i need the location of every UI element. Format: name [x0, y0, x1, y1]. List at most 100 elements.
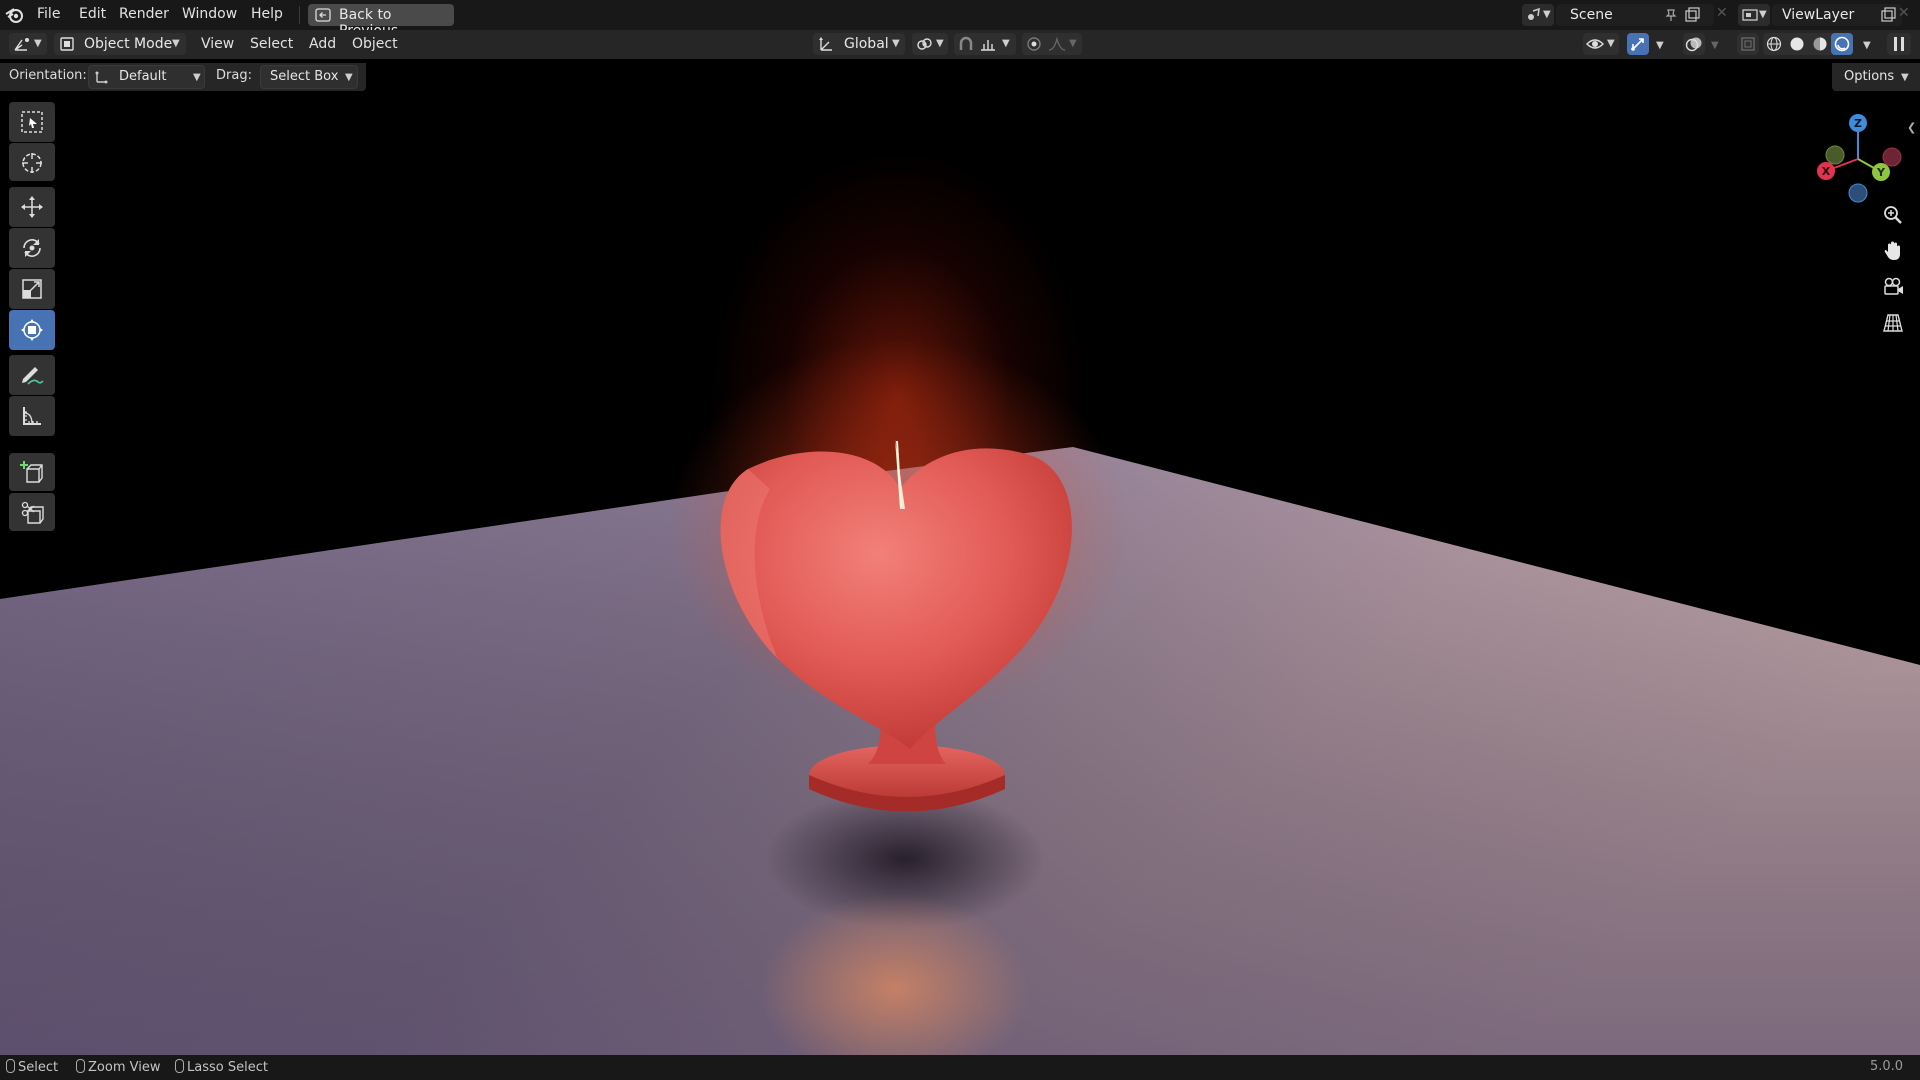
- blender-logo-icon[interactable]: [5, 6, 25, 24]
- proportional-editing-group[interactable]: ▼: [1022, 33, 1082, 55]
- chevron-down-icon: ▼: [892, 38, 900, 49]
- zoom-button[interactable]: [1879, 201, 1907, 229]
- object-mode-icon: [60, 37, 74, 51]
- transform-icon: [21, 319, 43, 341]
- viewlayer-icon: [1742, 9, 1758, 21]
- falloff-icon: [1048, 36, 1066, 51]
- menu-select[interactable]: Select: [250, 36, 293, 52]
- rotate-tool[interactable]: [9, 228, 55, 268]
- gizmo-toggle-button[interactable]: [1627, 33, 1649, 55]
- scene-render: [0, 339, 1920, 1055]
- menu-window[interactable]: Window: [182, 6, 237, 22]
- menu-edit[interactable]: Edit: [79, 6, 106, 22]
- scale-icon: [22, 279, 42, 299]
- mode-dropdown[interactable]: Object Mode ▼: [54, 33, 186, 55]
- orientation-icon: [819, 37, 832, 51]
- editor-type-icon: [14, 38, 29, 51]
- transform-tool[interactable]: [9, 310, 55, 350]
- status-bar: Select Zoom View Lasso Select 5.0.0: [0, 1055, 1920, 1080]
- snap-icon[interactable]: [957, 36, 975, 52]
- xray-toggle-button[interactable]: [1737, 33, 1759, 55]
- zoom-icon: [1884, 206, 1902, 224]
- mouse-middle-icon: [76, 1059, 85, 1073]
- overlay-toggle-button[interactable]: [1683, 33, 1705, 55]
- wireframe-shading-icon[interactable]: [1766, 36, 1782, 52]
- pivot-point-dropdown[interactable]: ▼: [912, 33, 948, 55]
- menu-help[interactable]: Help: [251, 6, 283, 22]
- options-dropdown[interactable]: Options ▼: [1834, 65, 1914, 89]
- visibility-icon: [1586, 39, 1604, 49]
- add-cube-icon: [20, 461, 43, 483]
- menu-render[interactable]: Render: [119, 6, 169, 22]
- add-object-tool[interactable]: [9, 493, 55, 531]
- hint-lasso-label: Lasso Select: [187, 1060, 268, 1075]
- viewlayer-field[interactable]: ViewLayer: [1772, 4, 1902, 26]
- menu-view[interactable]: View: [201, 36, 234, 52]
- material-shading-icon[interactable]: [1812, 36, 1828, 52]
- chevron-down-icon[interactable]: ▼: [1711, 40, 1719, 51]
- sidebar-toggle-icon[interactable]: ❮: [1907, 121, 1916, 134]
- menu-file[interactable]: File: [37, 6, 60, 22]
- select-box-tool[interactable]: [9, 102, 55, 142]
- camera-view-button[interactable]: [1879, 273, 1907, 301]
- chevron-down-icon[interactable]: ▼: [1656, 40, 1664, 51]
- viewlayer-browse-button[interactable]: ▼: [1738, 4, 1770, 26]
- duplicate-icon[interactable]: [1880, 7, 1896, 23]
- cursor-tool[interactable]: [9, 143, 55, 181]
- hint-zoom-label: Zoom View: [88, 1060, 161, 1075]
- ortho-toggle-button[interactable]: [1879, 309, 1907, 337]
- scale-tool[interactable]: [9, 269, 55, 309]
- mode-label: Object Mode: [84, 36, 173, 52]
- move-tool[interactable]: [9, 187, 55, 227]
- top-bar: File Edit Render Window Help Back to Pre…: [0, 0, 1920, 39]
- duplicate-icon[interactable]: [1684, 7, 1700, 23]
- grid-icon: [1883, 314, 1903, 332]
- orientation-value: Default: [119, 69, 167, 84]
- solid-shading-icon[interactable]: [1789, 36, 1805, 52]
- scene-field[interactable]: Scene: [1556, 4, 1714, 26]
- drag-dropdown[interactable]: Select Box ▼: [260, 65, 358, 89]
- version-label: 5.0.0: [1870, 1059, 1904, 1074]
- menu-add[interactable]: Add: [309, 36, 336, 52]
- menu-object[interactable]: Object: [352, 36, 398, 52]
- annotate-tool[interactable]: [9, 355, 55, 395]
- back-to-previous-button[interactable]: Back to Previous: [308, 4, 454, 39]
- rendered-shading-button[interactable]: [1831, 33, 1853, 55]
- pin-icon[interactable]: [1664, 8, 1678, 22]
- gizmo-x-label: X: [1822, 165, 1831, 178]
- rendered-shading-icon: [1834, 36, 1850, 52]
- pause-render-button[interactable]: [1887, 33, 1911, 55]
- chevron-down-icon: ▼: [1069, 38, 1077, 49]
- mouse-right-icon: [175, 1059, 184, 1073]
- measure-icon: [23, 407, 41, 425]
- orientation-dropdown[interactable]: Default ▼: [88, 65, 205, 89]
- shading-mode-group: [1763, 33, 1853, 55]
- measure-tool[interactable]: [9, 396, 55, 436]
- overlay-icon: [1685, 37, 1702, 52]
- close-icon[interactable]: ✕: [1716, 5, 1728, 21]
- chevron-down-icon: ▼: [1002, 38, 1010, 49]
- pan-button[interactable]: [1879, 237, 1907, 265]
- annotate-icon: [22, 367, 44, 385]
- snap-target-icon: [981, 40, 995, 51]
- chevron-down-icon: ▼: [172, 38, 180, 49]
- snap-group[interactable]: ▼: [954, 33, 1016, 55]
- scene-browse-button[interactable]: ▼: [1522, 4, 1554, 26]
- add-cube-tool[interactable]: [9, 453, 55, 491]
- chevron-down-icon: ▼: [1607, 38, 1615, 49]
- transform-orientation-dropdown[interactable]: Global ▼: [813, 33, 905, 55]
- mouse-left-icon: [6, 1059, 15, 1073]
- 3d-viewport[interactable]: Orientation: Default ▼ Drag: Select Box …: [0, 59, 1920, 1055]
- chevron-down-icon: ▼: [193, 72, 201, 83]
- chevron-down-icon: ▼: [1759, 9, 1767, 20]
- tool-settings-bar: Orientation: Default ▼ Drag: Select Box …: [0, 59, 1920, 93]
- hint-select-label: Select: [18, 1060, 59, 1075]
- menu-divider: [299, 6, 300, 24]
- visibility-dropdown[interactable]: ▼: [1583, 33, 1619, 55]
- close-icon[interactable]: ✕: [1898, 5, 1910, 21]
- editor-type-button[interactable]: ▼: [9, 33, 47, 55]
- hint-lasso: Lasso Select: [175, 1059, 268, 1075]
- navigation-gizmo[interactable]: Z X Y: [1806, 103, 1916, 213]
- chevron-down-icon[interactable]: ▼: [1863, 40, 1871, 51]
- proportional-icon[interactable]: [1026, 36, 1042, 52]
